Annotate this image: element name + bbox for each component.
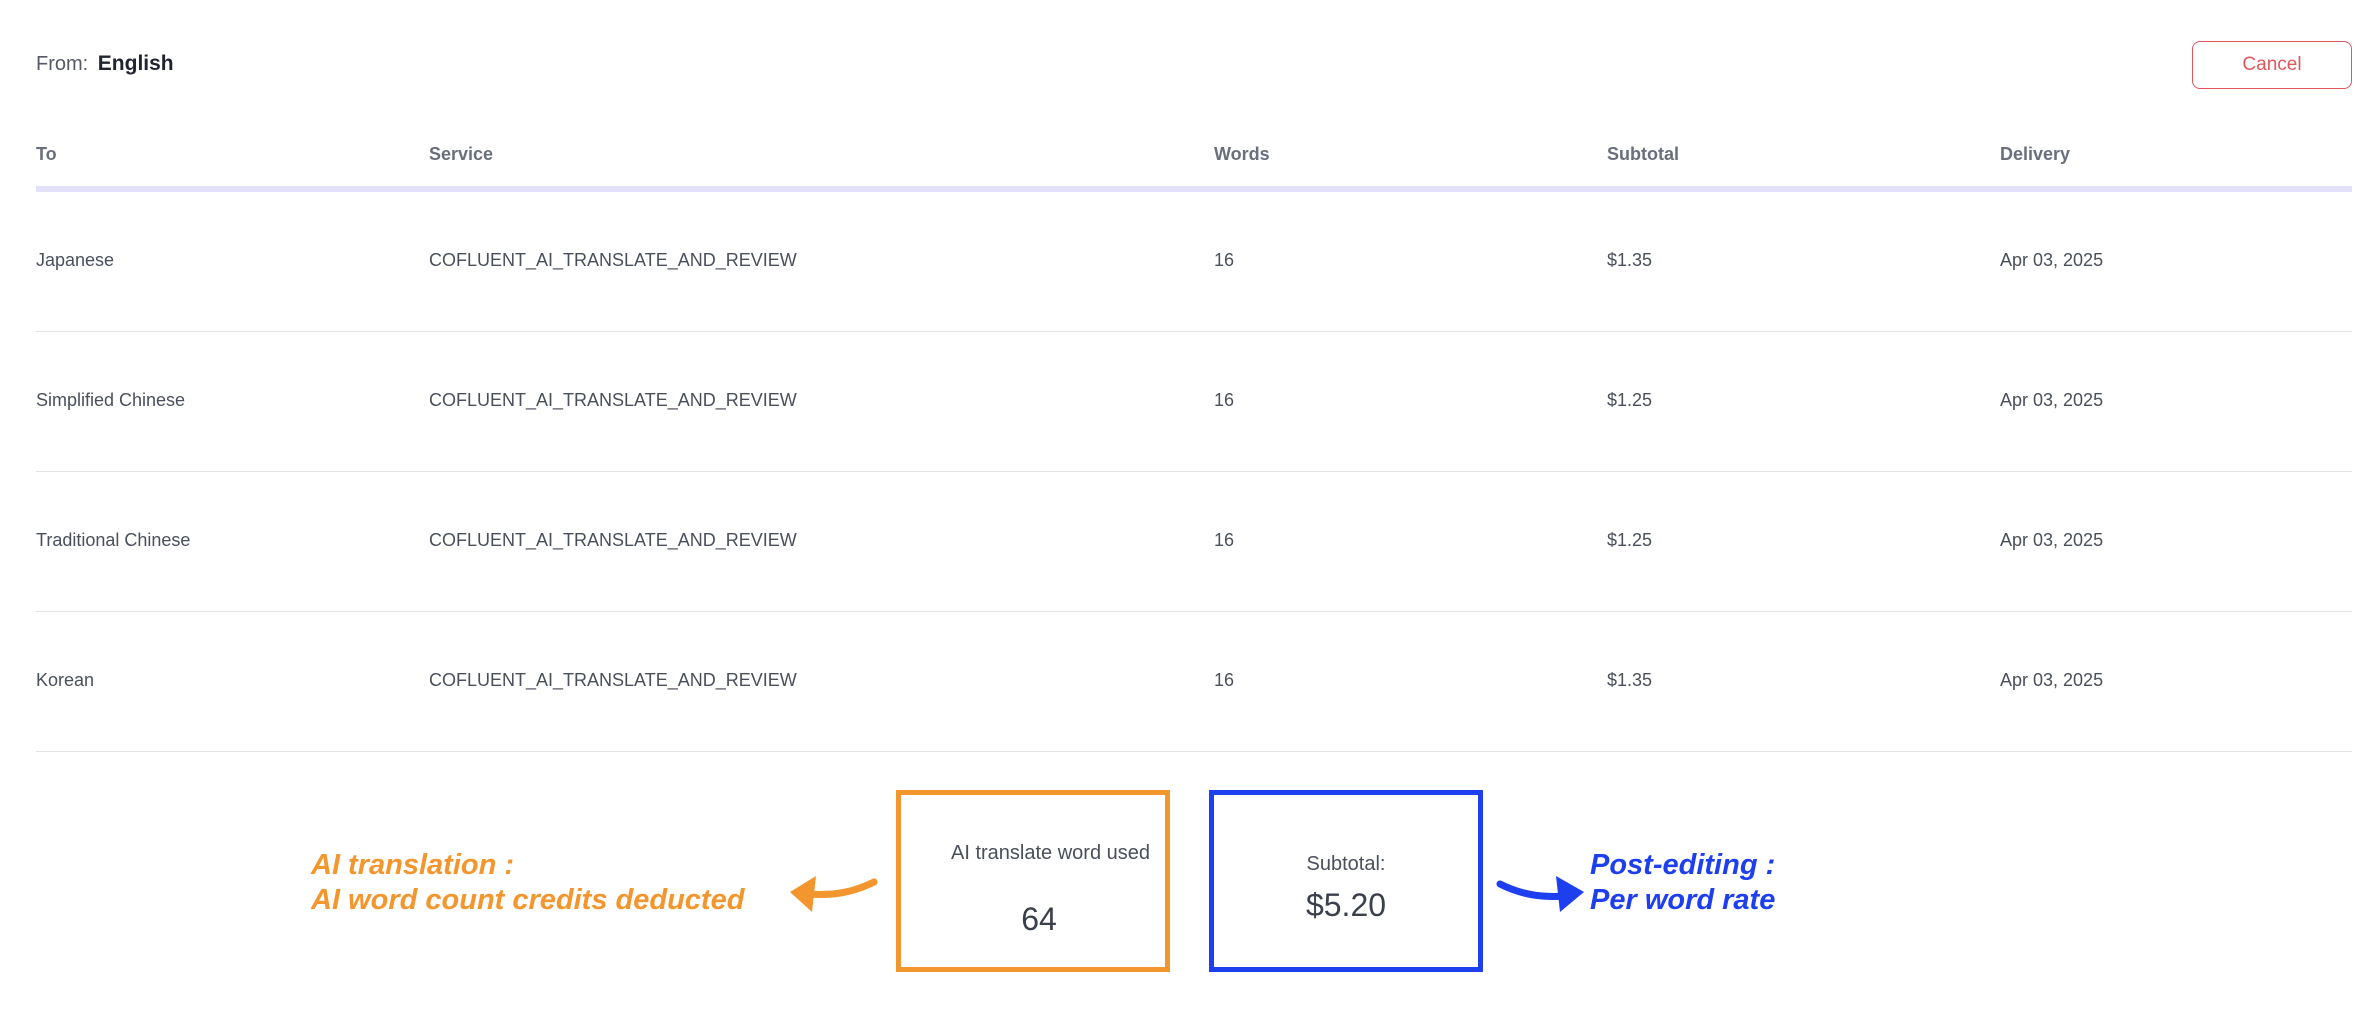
cell-delivery: Apr 03, 2025 <box>2000 530 2104 550</box>
column-header-service: Service <box>429 144 494 164</box>
table-row: Korean COFLUENT_AI_TRANSLATE_AND_REVIEW … <box>36 612 2352 752</box>
ai-annotation-title: AI translation : <box>311 849 515 881</box>
column-header-to: To <box>36 144 57 164</box>
cell-to: Japanese <box>36 250 115 270</box>
cancel-button[interactable]: Cancel <box>2192 41 2352 89</box>
subtotal-label: Subtotal: <box>1306 853 1386 875</box>
cell-to: Traditional Chinese <box>36 530 191 550</box>
cell-words: 16 <box>1214 390 1235 410</box>
cell-delivery: Apr 03, 2025 <box>2000 250 2104 270</box>
cell-subtotal: $1.35 <box>1607 250 1653 270</box>
cell-subtotal: $1.25 <box>1607 530 1653 550</box>
cell-to: Korean <box>36 670 95 690</box>
cell-delivery: Apr 03, 2025 <box>2000 670 2104 690</box>
cell-subtotal: $1.35 <box>1607 670 1653 690</box>
subtotal-value: $5.20 <box>1305 887 1387 923</box>
cell-service: COFLUENT_AI_TRANSLATE_AND_REVIEW <box>429 670 797 690</box>
column-header-words: Words <box>1214 144 1270 164</box>
table-row: Traditional Chinese COFLUENT_AI_TRANSLAT… <box>36 472 2352 612</box>
table-header: To Service Words Subtotal Delivery <box>36 130 2352 192</box>
cell-service: COFLUENT_AI_TRANSLATE_AND_REVIEW <box>429 530 797 550</box>
column-header-delivery: Delivery <box>2000 144 2071 164</box>
cell-words: 16 <box>1214 250 1235 270</box>
cell-service: COFLUENT_AI_TRANSLATE_AND_REVIEW <box>429 390 797 410</box>
ai-words-value: 64 <box>1021 901 1057 937</box>
pe-annotation-detail: Per word rate <box>1590 884 1776 916</box>
cell-to: Simplified Chinese <box>36 390 186 410</box>
order-table: To Service Words Subtotal Delivery Japan… <box>36 130 2352 752</box>
pe-annotation-title: Post-editing : <box>1590 849 1776 881</box>
table-row: Japanese COFLUENT_AI_TRANSLATE_AND_REVIE… <box>36 192 2352 332</box>
post-editing-annotation: Post-editing : Per word rate <box>1590 848 1775 918</box>
ai-words-label: AI translate word used <box>951 842 1150 864</box>
from-language: English <box>97 52 174 75</box>
column-header-subtotal: Subtotal <box>1607 144 1679 164</box>
ai-words-summary: AI translate word used 64 <box>896 790 1170 972</box>
source-language: From: English <box>36 52 174 76</box>
cell-service: COFLUENT_AI_TRANSLATE_AND_REVIEW <box>429 250 797 270</box>
from-label: From: <box>36 53 89 75</box>
subtotal-summary: Subtotal: $5.20 <box>1209 790 1483 972</box>
left-arrow-icon <box>790 876 878 912</box>
table-row: Simplified Chinese COFLUENT_AI_TRANSLATE… <box>36 332 2352 472</box>
cell-subtotal: $1.25 <box>1607 390 1653 410</box>
ai-translation-annotation: AI translation : AI word count credits d… <box>311 848 744 918</box>
right-arrow-icon <box>1496 876 1584 912</box>
cell-words: 16 <box>1214 530 1235 550</box>
cell-delivery: Apr 03, 2025 <box>2000 390 2104 410</box>
cell-words: 16 <box>1214 670 1235 690</box>
ai-annotation-detail: AI word count credits deducted <box>311 884 745 916</box>
